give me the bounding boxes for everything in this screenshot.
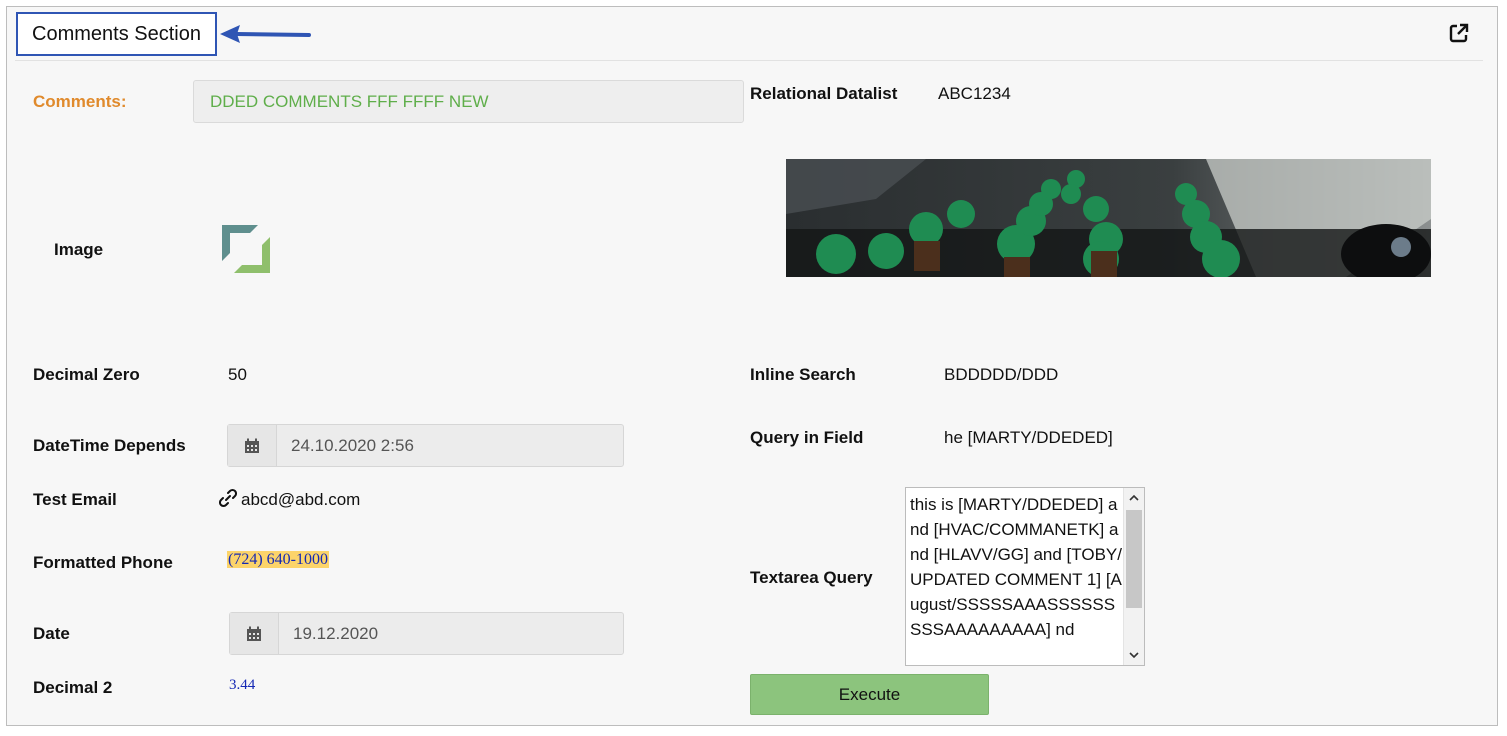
relational-datalist-value: ABC1234 [938,84,1011,103]
link-icon [219,488,237,508]
textarea-scrollbar[interactable] [1123,488,1144,665]
calendar-icon[interactable] [228,425,277,466]
scroll-thumb[interactable] [1126,510,1142,608]
query-in-field-label: Query in Field [750,428,864,447]
execute-label: Execute [838,684,901,704]
formatted-phone-wrap: (724) 640-1000 [227,551,329,569]
chevron-down-icon[interactable] [1124,645,1144,665]
datetime-depends-field[interactable]: 24.10.2020 2:56 [227,424,624,467]
decimal-2-label: Decimal 2 [33,678,113,697]
vials-photo [786,159,1431,277]
comments-label: Comments: [33,92,127,111]
test-email-label: Test Email [33,490,117,509]
relational-datalist-label: Relational Datalist [750,84,898,103]
chevron-up-icon[interactable] [1124,488,1144,508]
test-email-link[interactable]: abcd@abd.com [241,490,360,510]
inline-search-label: Inline Search [750,365,856,384]
date-label: Date [33,624,70,643]
formatted-phone-value: (724) 640-1000 [227,551,329,568]
vials-photo-graphic [786,159,1431,277]
logo-icon [222,225,270,273]
formatted-phone-label: Formatted Phone [33,553,173,572]
image-label: Image [54,240,104,259]
arrow-left-icon [220,25,311,43]
external-link-icon[interactable] [1448,22,1470,44]
textarea-query-value: this is [MARTY/DDEDED] and [HVAC/COMMANE… [910,495,1122,639]
date-value: 19.12.2020 [293,623,379,643]
calendar-icon[interactable] [230,613,279,654]
date-field[interactable]: 19.12.2020 [229,612,624,655]
section-title: Comments Section [16,12,217,56]
header-divider [15,60,1483,61]
comments-field[interactable]: DDED COMMENTS FFF FFFF NEW [193,80,744,123]
comments-value: DDED COMMENTS FFF FFFF NEW [210,91,489,111]
execute-button[interactable]: Execute [750,674,989,715]
inline-search-value: BDDDDD/DDD [944,365,1059,384]
section-title-text: Comments Section [32,22,201,45]
textarea-query-input[interactable]: this is [MARTY/DDEDED] and [HVAC/COMMANE… [905,487,1145,666]
decimal-2-value: 3.44 [229,677,256,693]
datetime-depends-value: 24.10.2020 2:56 [291,435,414,455]
textarea-query-label: Textarea Query [750,568,873,587]
decimal-zero-value: 50 [228,365,247,384]
datetime-depends-label: DateTime Depends [33,436,186,455]
query-in-field-value: he [MARTY/DDEDED] [944,428,1113,447]
decimal-zero-label: Decimal Zero [33,365,140,384]
